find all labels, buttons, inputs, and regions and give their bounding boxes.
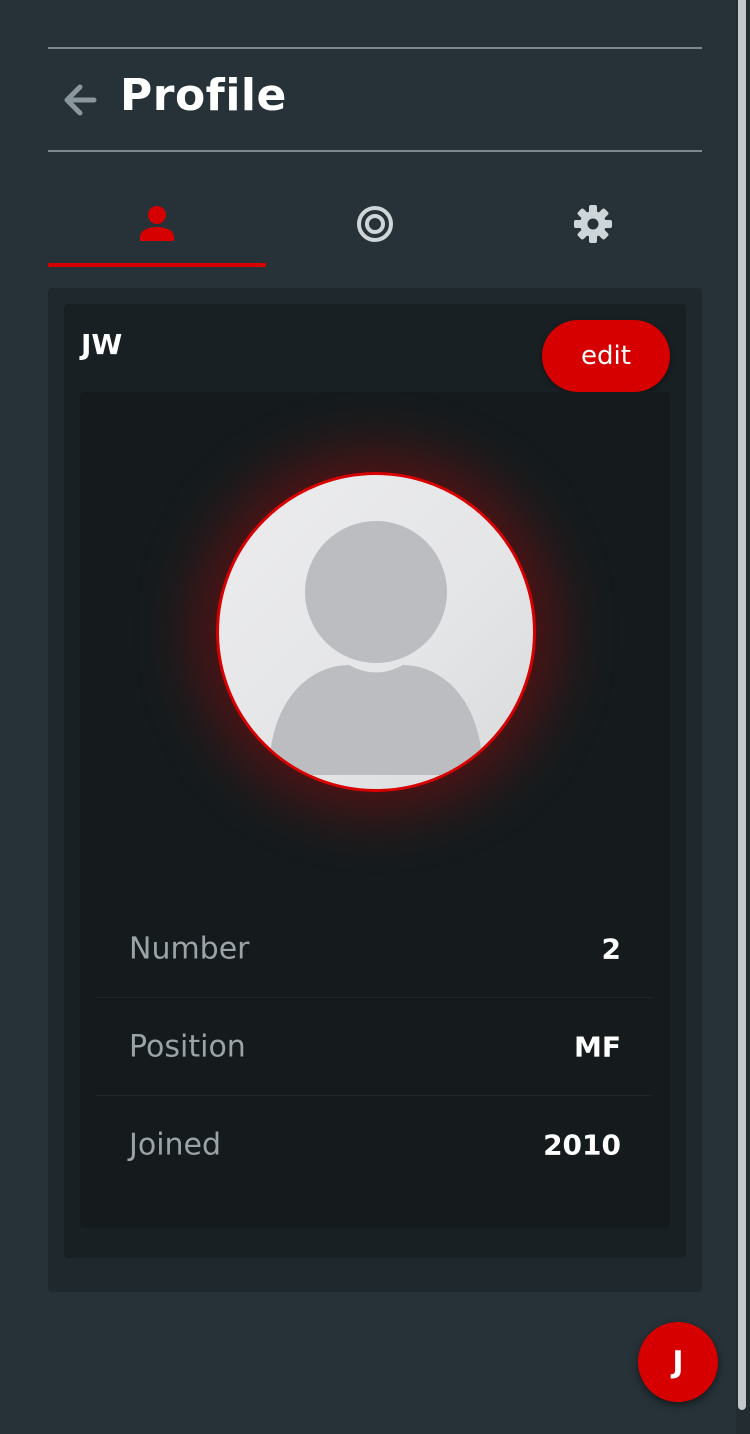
- stat-label: Number: [129, 931, 250, 966]
- stat-row-number: Number 2: [96, 900, 652, 998]
- header-bottom-divider: [48, 150, 702, 152]
- person-icon: [140, 206, 174, 241]
- stat-row-joined: Joined 2010: [96, 1096, 652, 1194]
- tab-settings[interactable]: [484, 180, 702, 268]
- avatar: [216, 472, 536, 792]
- stat-label: Position: [129, 1029, 246, 1064]
- page-title: Profile: [120, 70, 287, 121]
- header-top-divider: [48, 47, 702, 49]
- back-button[interactable]: [60, 80, 100, 120]
- stat-row-position: Position MF: [96, 998, 652, 1096]
- tab-target[interactable]: [266, 180, 484, 268]
- tab-profile[interactable]: [48, 180, 266, 268]
- arrow-left-icon: [64, 84, 97, 116]
- edit-button[interactable]: edit: [542, 320, 670, 392]
- stat-value: MF: [574, 1030, 621, 1063]
- user-fab-button[interactable]: J: [638, 1322, 718, 1402]
- gear-icon: [574, 205, 612, 243]
- default-avatar-icon: [269, 521, 483, 775]
- scrollbar-thumb[interactable]: [738, 0, 746, 1410]
- stat-value: 2: [601, 932, 621, 965]
- active-tab-indicator: [48, 263, 266, 267]
- stat-value: 2010: [543, 1128, 621, 1162]
- stat-label: Joined: [129, 1127, 222, 1163]
- target-icon: [357, 206, 393, 242]
- player-initials: JW: [81, 328, 123, 361]
